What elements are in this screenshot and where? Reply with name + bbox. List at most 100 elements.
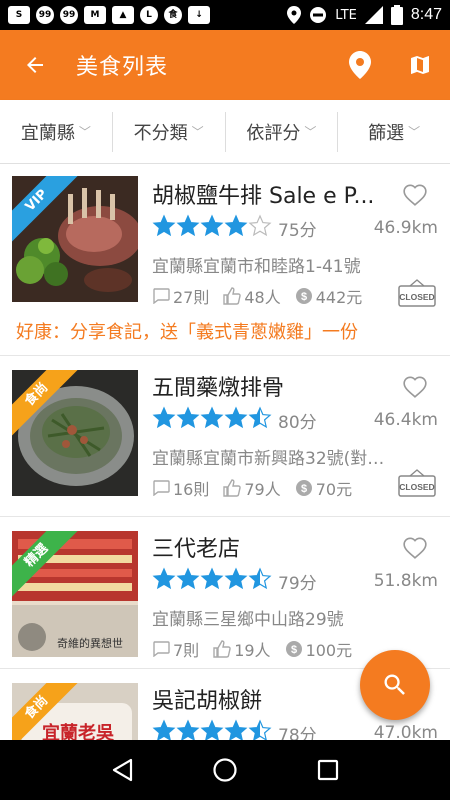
map-button[interactable] (390, 30, 450, 100)
comment-count: 16則 (173, 480, 210, 499)
distance: 46.9km (373, 218, 438, 238)
like-count: 19人 (234, 641, 271, 660)
price: 70元 (315, 480, 353, 499)
heart-icon[interactable] (402, 182, 428, 206)
star-icon (176, 214, 200, 237)
nav-back-button[interactable] (102, 750, 142, 790)
filter-sort[interactable]: 依評分 ﹀ (226, 111, 339, 152)
arrow-left-icon (27, 57, 43, 73)
chevron-down-icon: ﹀ (78, 125, 91, 139)
comment-count: 27則 (173, 288, 210, 307)
dollar-icon: $ (285, 641, 302, 657)
download-icon: ↓ (188, 6, 210, 24)
distance: 51.8km (373, 571, 438, 591)
svg-text:奇維的異想世: 奇維的異想世 (57, 636, 123, 650)
list-item[interactable]: VIP 胡椒鹽牛排 Sale e P... 75分 46.9km 宜蘭縣宜蘭市和… (0, 164, 450, 356)
restaurant-name[interactable]: 三代老店 (152, 531, 387, 563)
gmail-icon: M (84, 6, 106, 24)
star-icon (224, 719, 248, 740)
svg-text:$: $ (301, 291, 307, 303)
location-pin-icon (349, 51, 371, 79)
search-fab-button[interactable] (360, 650, 430, 720)
restaurant-photo: 宜蘭老吳 食尚 (12, 683, 138, 740)
location-button[interactable] (330, 30, 390, 100)
score: 78分 (278, 725, 317, 741)
image-icon: ▲ (112, 6, 134, 24)
comment-icon (153, 480, 170, 496)
stars (152, 719, 272, 740)
comment-count: 7則 (173, 641, 200, 660)
score: 79分 (278, 573, 317, 594)
chevron-down-icon: ﹀ (304, 125, 317, 139)
price: 100元 (305, 641, 353, 660)
system-nav-bar (0, 740, 450, 800)
chevron-down-icon: ﹀ (191, 125, 204, 139)
filter-label: 篩選 (368, 122, 405, 144)
comment-icon (153, 641, 170, 657)
star-icon (152, 567, 176, 590)
filter-bar: 宜蘭縣 ﹀ 不分類 ﹀ 依評分 ﹀ 篩選 ﹀ (0, 100, 450, 164)
nav-recents-button[interactable] (308, 750, 348, 790)
score: 80分 (278, 412, 317, 433)
list-item[interactable]: 奇維的異想世 精選 三代老店 79分 51.8km 宜蘭縣三星鄉中山路29號 7… (0, 517, 450, 669)
closed-stamp-icon: CLOSED (398, 469, 436, 497)
clock: 8:47 (410, 6, 442, 23)
svg-text:宜蘭老吳: 宜蘭老吳 (42, 722, 115, 740)
star-icon (176, 567, 200, 590)
price: 442元 (315, 288, 363, 307)
address: 宜蘭縣宜蘭市和睦路1-41號 (152, 257, 361, 277)
line-icon: L (140, 6, 158, 24)
heart-icon[interactable] (402, 535, 428, 559)
promo-text[interactable]: 好康：分享食記，送「義式青蔥嫩雞」一份 (16, 318, 358, 344)
thumbs-up-icon (223, 287, 242, 305)
do-not-disturb-icon (310, 7, 327, 23)
like-count: 79人 (244, 480, 281, 499)
star-rating: 78分 (152, 719, 317, 740)
app-bar: 美食列表 (0, 30, 450, 100)
star-icon (200, 719, 224, 740)
map-icon (411, 56, 429, 74)
search-icon (384, 674, 405, 695)
star-icon (224, 406, 248, 429)
star-icon (176, 406, 200, 429)
address: 宜蘭縣三星鄉中山路29號 (152, 610, 344, 630)
filter-label: 依評分 (246, 122, 301, 144)
heart-icon[interactable] (402, 374, 428, 398)
star-rating: 80分 (152, 406, 317, 434)
star-icon (200, 406, 224, 429)
status-bar: S 99 99 M ▲ L 食 ↓ LTE 8:47 (0, 0, 450, 30)
filter-more[interactable]: 篩選 ﹀ (338, 112, 450, 152)
distance: 46.4km (373, 410, 438, 430)
svg-text:$: $ (301, 483, 307, 495)
back-button[interactable] (0, 30, 70, 100)
star-icon (152, 214, 176, 237)
nav-home-button[interactable] (205, 750, 245, 790)
stars (152, 567, 272, 595)
stars (152, 406, 272, 434)
list-item[interactable]: 食尚 五間藥燉排骨 80分 46.4km 宜蘭縣宜蘭市新興路32號(對面... … (0, 356, 450, 517)
star-icon (248, 406, 272, 429)
filter-category[interactable]: 不分類 ﹀ (113, 111, 226, 152)
restaurant-photo: 食尚 (12, 370, 138, 496)
signal-icon (364, 6, 383, 24)
closed-label: CLOSED (399, 292, 434, 302)
food-app-icon: 食 (164, 6, 182, 24)
chat-icon: 99 (60, 6, 78, 24)
chevron-down-icon: ﹀ (408, 125, 421, 139)
thumbs-up-icon (223, 479, 242, 497)
star-icon (152, 719, 176, 740)
restaurant-name[interactable]: 胡椒鹽牛排 Sale e P... (152, 178, 387, 210)
filter-region[interactable]: 宜蘭縣 ﹀ (0, 111, 113, 152)
restaurant-photo: VIP (12, 176, 138, 302)
restaurant-name[interactable]: 吳記胡椒餅 (152, 683, 387, 715)
restaurant-photo: 奇維的異想世 精選 (12, 531, 138, 657)
battery-icon (390, 5, 403, 25)
filter-label: 宜蘭縣 (20, 122, 75, 144)
star-icon (224, 567, 248, 590)
score: 75分 (278, 220, 317, 241)
restaurant-name[interactable]: 五間藥燉排骨 (152, 370, 387, 402)
dollar-icon: $ (295, 480, 312, 496)
star-icon (248, 214, 272, 237)
stats-row: 16則 79人 $ 70元 (152, 476, 366, 500)
star-icon (176, 719, 200, 740)
